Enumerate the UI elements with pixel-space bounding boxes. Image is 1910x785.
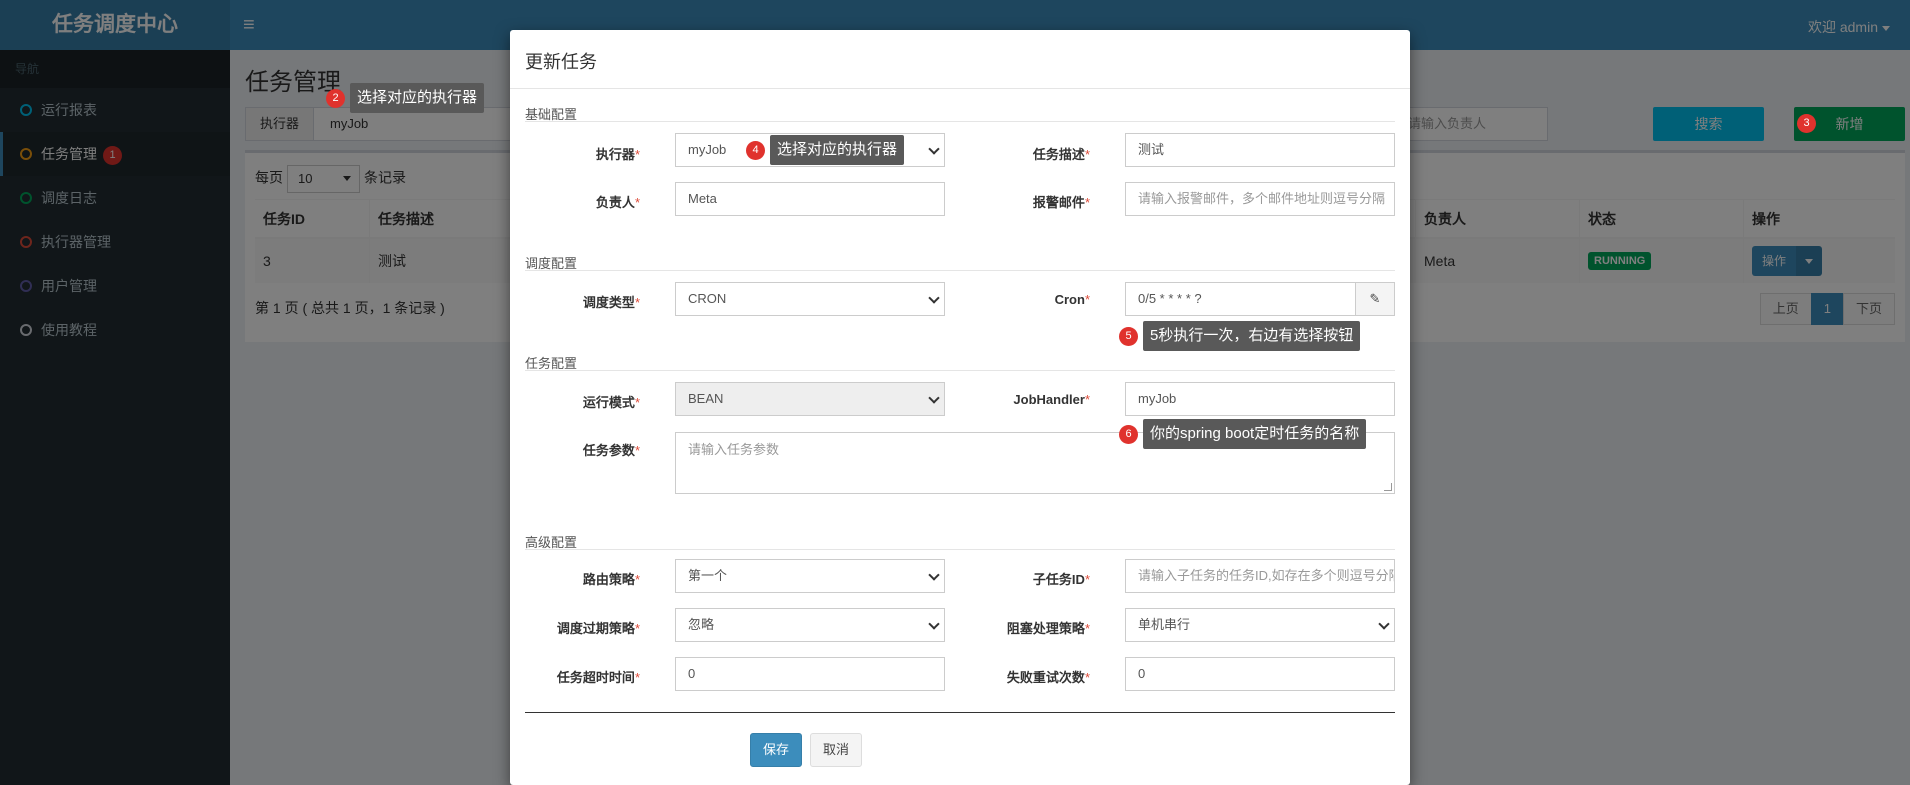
job-handler-input[interactable]: myJob — [1125, 382, 1395, 416]
divider — [510, 88, 1410, 89]
author-input[interactable]: Meta — [675, 182, 945, 216]
cancel-button[interactable]: 取消 — [810, 733, 862, 767]
alarm-email-input[interactable]: 请输入报警邮件，多个邮件地址则逗号分隔 — [1125, 182, 1395, 216]
cron-input[interactable]: 0/5 * * * * ? — [1125, 282, 1356, 316]
divider — [525, 121, 1395, 122]
cron-label: Cron* — [1054, 292, 1090, 307]
annotation-number: 2 — [326, 88, 345, 108]
fail-retry-input[interactable]: 0 — [1125, 657, 1395, 691]
job-desc-label: 任务描述* — [1032, 147, 1090, 162]
annotation-2: 2 选择对应的执行器 — [326, 83, 485, 113]
divider — [525, 270, 1395, 271]
executor-label: 执行器* — [595, 147, 640, 162]
annotation-tooltip: 5秒执行一次，右边有选择按钮 — [1143, 321, 1361, 351]
update-job-modal: 更新任务 基础配置 执行器* myJob 任务描述* 测试 负责人* Meta … — [510, 30, 1410, 785]
alarm-email-label: 报警邮件* — [1032, 195, 1090, 210]
annotation-number: 5 — [1119, 326, 1138, 346]
timeout-label: 任务超时时间* — [556, 670, 640, 685]
job-handler-label: JobHandler* — [1013, 392, 1090, 407]
annotation-3: 3 — [1797, 108, 1821, 138]
annotation-4: 4 选择对应的执行器 — [746, 135, 905, 165]
edit-icon[interactable]: ✎ — [1355, 282, 1395, 316]
annotation-tooltip: 选择对应的执行器 — [350, 83, 485, 113]
save-button[interactable]: 保存 — [750, 733, 802, 767]
divider — [525, 712, 1395, 713]
annotation-number: 3 — [1797, 113, 1816, 133]
author-label: 负责人* — [595, 195, 640, 210]
modal-title: 更新任务 — [525, 52, 597, 72]
route-strategy-label: 路由策略* — [582, 572, 640, 587]
job-desc-input[interactable]: 测试 — [1125, 133, 1395, 167]
route-strategy-select[interactable]: 第一个 — [675, 559, 945, 593]
block-strategy-label: 阻塞处理策略* — [1006, 621, 1090, 636]
schedule-type-select[interactable]: CRON — [675, 282, 945, 316]
annotation-5: 5 5秒执行一次，右边有选择按钮 — [1119, 321, 1361, 351]
annotation-tooltip: 选择对应的执行器 — [770, 135, 905, 165]
block-strategy-select[interactable]: 单机串行 — [1125, 608, 1395, 642]
annotation-number: 6 — [1119, 424, 1138, 444]
divider — [525, 370, 1395, 371]
annotation-number: 4 — [746, 140, 765, 160]
child-job-input[interactable]: 请输入子任务的任务ID,如存在多个则逗号分隔 — [1125, 559, 1395, 593]
run-mode-label: 运行模式* — [582, 395, 640, 410]
job-param-label: 任务参数* — [582, 443, 640, 458]
fail-retry-label: 失败重试次数* — [1006, 670, 1090, 685]
schedule-type-label: 调度类型* — [582, 295, 640, 310]
misfire-strategy-label: 调度过期策略* — [556, 621, 640, 636]
timeout-input[interactable]: 0 — [675, 657, 945, 691]
child-job-label: 子任务ID* — [1032, 572, 1090, 587]
misfire-strategy-select[interactable]: 忽略 — [675, 608, 945, 642]
run-mode-select: BEAN — [675, 382, 945, 416]
divider — [525, 549, 1395, 550]
annotation-6: 6 你的spring boot定时任务的名称 — [1119, 419, 1367, 449]
annotation-tooltip: 你的spring boot定时任务的名称 — [1143, 419, 1367, 449]
